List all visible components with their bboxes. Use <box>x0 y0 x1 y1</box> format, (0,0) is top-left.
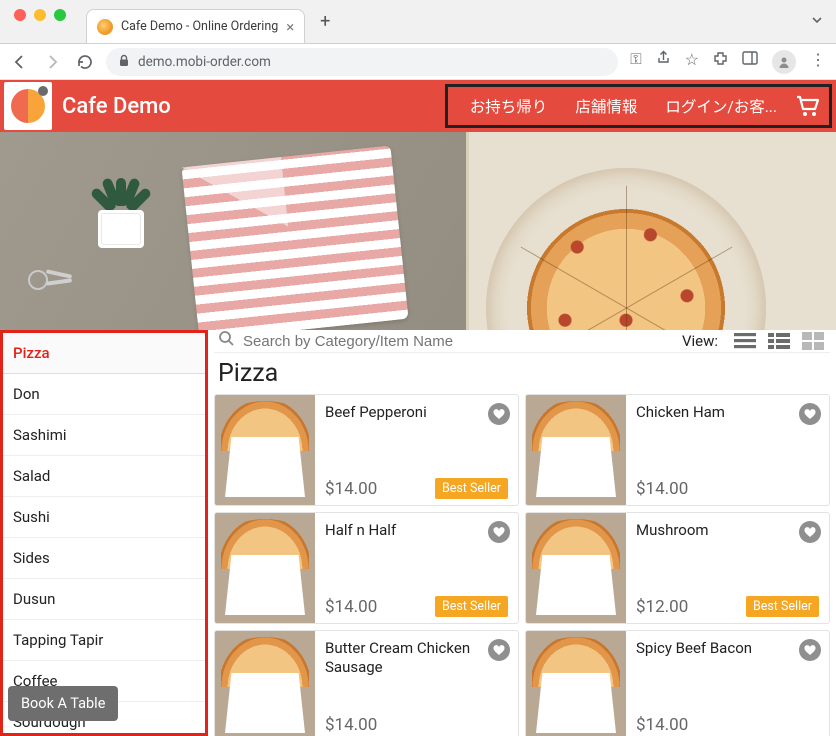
product-card[interactable]: Butter Cream Chicken Sausage $14.00 <box>214 630 519 736</box>
toolbar-right: ⚿ ☆ ⋮ <box>630 50 826 74</box>
hero-plant <box>88 178 154 248</box>
back-button[interactable] <box>10 52 30 72</box>
reload-button[interactable] <box>74 52 94 72</box>
sidebar-item-pizza[interactable]: Pizza <box>3 333 205 374</box>
view-label: View: <box>682 332 718 350</box>
sidebar-item-sashimi[interactable]: Sashimi <box>3 415 205 456</box>
product-card[interactable]: Chicken Ham $14.00 <box>525 394 830 506</box>
favorite-icon[interactable] <box>799 639 821 661</box>
window-minimize-button[interactable] <box>34 9 46 21</box>
window-close-button[interactable] <box>14 9 26 21</box>
forward-button[interactable] <box>42 52 62 72</box>
hero-banner <box>0 132 836 330</box>
product-name: Half n Half <box>325 521 508 540</box>
tab-title: Cafe Demo - Online Ordering <box>121 19 278 34</box>
favorite-icon[interactable] <box>488 521 510 543</box>
brand-logo[interactable] <box>4 82 52 130</box>
tab-close-icon[interactable]: × <box>286 18 294 36</box>
favorite-icon[interactable] <box>799 403 821 425</box>
product-thumb <box>215 631 315 736</box>
content-area: PizzaDonSashimiSaladSushiSidesDusunTappi… <box>0 330 836 736</box>
sidebar-item-tapping-tapir[interactable]: Tapping Tapir <box>3 620 205 661</box>
sidebar-item-salad[interactable]: Salad <box>3 456 205 497</box>
search-input[interactable] <box>243 333 674 350</box>
sidebar-item-sides[interactable]: Sides <box>3 538 205 579</box>
lock-icon <box>118 54 130 70</box>
main-panel: View: Pizza Beef Pepperoni $14.00 Best Sel… <box>208 330 836 736</box>
new-tab-button[interactable]: + <box>311 8 339 36</box>
product-card[interactable]: Spicy Beef Bacon $14.00 <box>525 630 830 736</box>
window-maximize-button[interactable] <box>54 9 66 21</box>
product-card[interactable]: Half n Half $14.00 Best Seller <box>214 512 519 624</box>
product-name: Chicken Ham <box>636 403 819 422</box>
product-name: Spicy Beef Bacon <box>636 639 819 658</box>
view-list-icon[interactable] <box>732 330 758 352</box>
product-grid: Beef Pepperoni $14.00 Best Seller Chicken H… <box>214 394 830 736</box>
bookmark-star-icon[interactable]: ☆ <box>685 50 699 74</box>
product-card[interactable]: Mushroom $12.00 Best Seller <box>525 512 830 624</box>
product-thumb <box>215 513 315 623</box>
best-seller-badge: Best Seller <box>746 596 819 617</box>
product-price: $14.00 <box>325 715 377 735</box>
address-bar[interactable]: demo.mobi-order.com <box>106 48 618 76</box>
url-text: demo.mobi-order.com <box>138 54 271 70</box>
product-name: Butter Cream Chicken Sausage <box>325 639 508 677</box>
product-price: $14.00 <box>636 715 688 735</box>
profile-avatar[interactable] <box>772 50 796 74</box>
cart-icon[interactable] <box>791 94 825 118</box>
hero-keys <box>24 266 88 296</box>
panel-icon[interactable] <box>742 50 758 74</box>
product-thumb <box>526 395 626 505</box>
header-nav: お持ち帰り 店舗情報 ログイン/お客... <box>445 84 832 128</box>
sidebar-item-don[interactable]: Don <box>3 374 205 415</box>
best-seller-badge: Best Seller <box>435 596 508 617</box>
sidebar-item-sushi[interactable]: Sushi <box>3 497 205 538</box>
nav-store-info[interactable]: 店舗情報 <box>561 95 651 117</box>
favorite-icon[interactable] <box>799 521 821 543</box>
nav-takeaway[interactable]: お持ち帰り <box>456 95 562 117</box>
search-icon <box>218 330 235 352</box>
product-price: $14.00 <box>325 479 377 499</box>
search-row: View: <box>214 330 830 353</box>
site-title[interactable]: Cafe Demo <box>62 94 171 119</box>
key-icon[interactable]: ⚿ <box>630 50 641 74</box>
kebab-menu-icon[interactable]: ⋮ <box>810 50 826 74</box>
favorite-icon[interactable] <box>488 639 510 661</box>
best-seller-badge: Best Seller <box>435 478 508 499</box>
browser-toolbar: demo.mobi-order.com ⚿ ☆ ⋮ <box>0 44 836 80</box>
view-detail-icon[interactable] <box>766 330 792 352</box>
favorite-icon[interactable] <box>488 403 510 425</box>
share-icon[interactable] <box>656 50 671 74</box>
section-title: Pizza <box>214 353 830 394</box>
product-name: Mushroom <box>636 521 819 540</box>
product-thumb <box>215 395 315 505</box>
browser-tab[interactable]: Cafe Demo - Online Ordering × <box>86 9 305 43</box>
sidebar-item-dusun[interactable]: Dusun <box>3 579 205 620</box>
product-price: $14.00 <box>325 597 377 617</box>
site-header: Cafe Demo お持ち帰り 店舗情報 ログイン/お客... <box>0 80 836 132</box>
product-thumb <box>526 513 626 623</box>
category-sidebar: PizzaDonSashimiSaladSushiSidesDusunTappi… <box>0 330 208 736</box>
product-card[interactable]: Beef Pepperoni $14.00 Best Seller <box>214 394 519 506</box>
product-price: $12.00 <box>636 597 688 617</box>
nav-login[interactable]: ログイン/お客... <box>651 95 791 117</box>
product-price: $14.00 <box>636 479 688 499</box>
window-controls <box>0 9 80 35</box>
favicon <box>97 19 113 35</box>
hero-napkin <box>181 146 408 330</box>
chrome-expand-icon[interactable] <box>810 12 836 31</box>
extensions-icon[interactable] <box>713 50 728 74</box>
product-thumb <box>526 631 626 736</box>
view-grid-icon[interactable] <box>800 330 826 352</box>
book-table-button[interactable]: Book A Table <box>8 686 118 721</box>
product-name: Beef Pepperoni <box>325 403 508 422</box>
browser-tab-strip: Cafe Demo - Online Ordering × + <box>0 0 836 44</box>
